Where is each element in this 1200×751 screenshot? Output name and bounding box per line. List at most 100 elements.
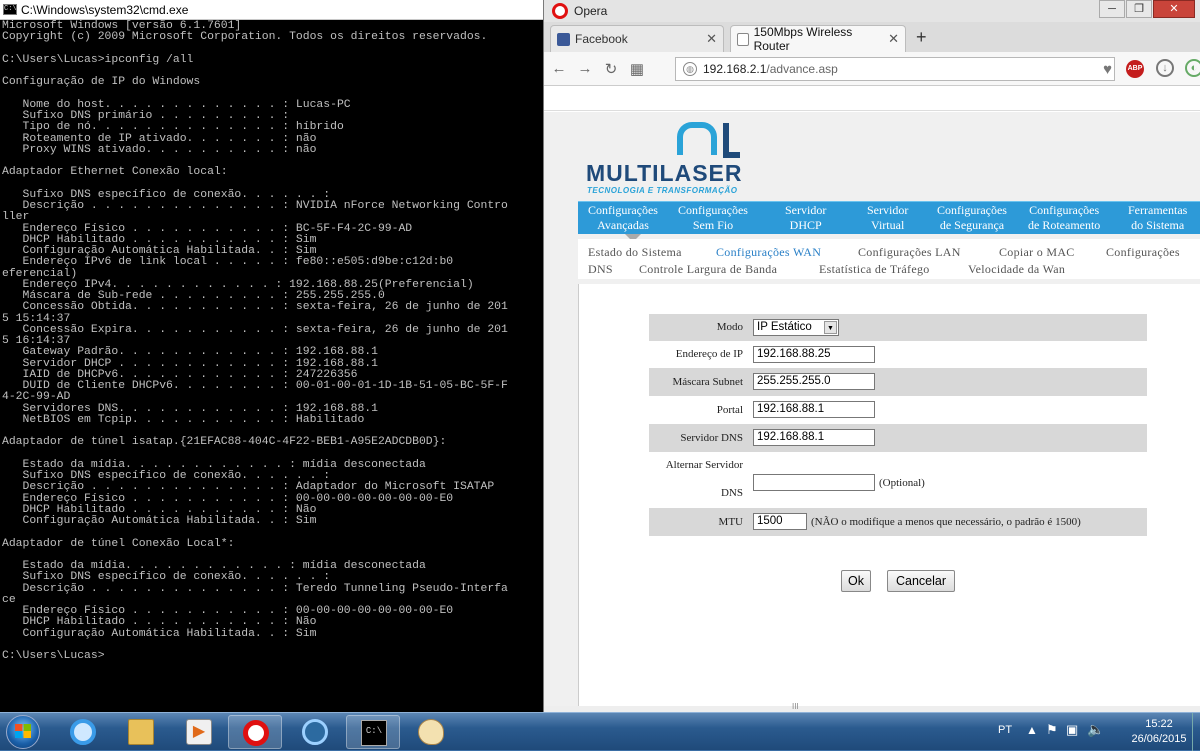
- tab-close-icon[interactable]: ✕: [692, 31, 717, 47]
- ip-address-field[interactable]: 192.168.88.25: [753, 346, 875, 363]
- menu-line: Configurações: [1029, 203, 1100, 217]
- minimize-button[interactable]: ─: [1099, 0, 1125, 18]
- taskbar-media-player[interactable]: ▶: [172, 715, 226, 749]
- dns-label: Servidor DNS: [680, 432, 743, 444]
- alt-dns-label-cont: DNS: [720, 487, 743, 499]
- cmd-window[interactable]: C:\ C:\Windows\system32\cmd.exe Microsof…: [0, 0, 545, 712]
- tab-router[interactable]: 150Mbps Wireless Router ✕: [730, 25, 906, 53]
- url-input[interactable]: ◍ 192.168.2.1 /advance.asp ♥: [675, 57, 1115, 81]
- media-player-icon: ▶: [186, 719, 212, 745]
- gateway-field[interactable]: 192.168.88.1: [753, 401, 875, 418]
- opera-browser-window[interactable]: Opera ─ ❐ ✕ Facebook ✕ 150Mbps Wireless …: [543, 0, 1200, 712]
- browser-title-bar[interactable]: Opera ─ ❐ ✕: [544, 0, 1200, 22]
- command-prompt-icon: C:\: [361, 720, 387, 746]
- new-tab-button[interactable]: +: [916, 27, 927, 48]
- taskbar-paint[interactable]: [404, 715, 458, 749]
- router-content: MULTILASER TECNOLOGIA E TRANSFORMAÇÃO Co…: [544, 112, 1200, 712]
- submenu-bandwidth-control[interactable]: Controle Largura de Banda: [639, 262, 777, 277]
- clock-time: 15:22: [1145, 718, 1173, 730]
- submenu-system-status[interactable]: Estado do Sistema: [588, 245, 682, 260]
- taskbar-opera[interactable]: [228, 715, 282, 749]
- cmd-line: [2, 527, 545, 538]
- reload-icon[interactable]: ↻: [600, 60, 622, 78]
- menu-wireless-settings[interactable]: Configurações Sem Fio: [678, 203, 748, 233]
- submenu-dns-settings-cont[interactable]: DNS: [588, 262, 613, 277]
- scroll-grip: III: [792, 702, 799, 711]
- page-top-strip: [544, 87, 1200, 111]
- mtu-note: (NÃO o modifique a menos que necessário,…: [811, 516, 1081, 528]
- page-icon: [737, 32, 749, 46]
- menu-security-settings[interactable]: Configurações de Segurança: [937, 203, 1007, 233]
- cmd-line: Configuração Automática Habilitada. . : …: [2, 515, 317, 527]
- ok-button[interactable]: Ok: [841, 570, 871, 592]
- speed-dial-icon[interactable]: ▦: [626, 60, 648, 78]
- start-button[interactable]: [2, 713, 44, 751]
- bookmark-heart-icon[interactable]: ♥: [1103, 61, 1112, 78]
- cmd-line: Descrição . . . . . . . . . . . . . . : …: [2, 481, 495, 494]
- tab-close-icon[interactable]: ✕: [874, 31, 899, 47]
- browser-app-title: Opera: [574, 4, 608, 18]
- address-bar-row: ← → ↻ ▦ ◍ 192.168.2.1 /advance.asp ♥ ABP…: [544, 52, 1200, 86]
- taskbar-explorer[interactable]: [114, 715, 168, 749]
- menu-line: Virtual: [871, 218, 905, 232]
- menu-dhcp-server[interactable]: Servidor DHCP: [785, 203, 826, 233]
- mode-row: Modo IP Estático ▼: [649, 314, 1147, 341]
- taskbar-cmd[interactable]: C:\: [346, 715, 400, 749]
- cmd-line: Concessão Obtida. . . . . . . . . . . : …: [2, 301, 508, 314]
- submenu-wan-settings[interactable]: Configurações WAN: [716, 245, 821, 260]
- cancel-button[interactable]: Cancelar: [887, 570, 955, 592]
- dns-server-field[interactable]: 192.168.88.1: [753, 429, 875, 446]
- cmd-output[interactable]: Microsoft Windows [versão 6.1.7601] Copyr…: [0, 20, 545, 712]
- menu-routing-settings[interactable]: Configurações de Roteamento: [1028, 203, 1100, 233]
- cmd-line: Descrição . . . . . . . . . . . . . . : …: [2, 200, 508, 212]
- ip-label: Endereço de IP: [675, 348, 743, 360]
- opera-logo-icon[interactable]: [552, 3, 568, 19]
- submenu-clone-mac[interactable]: Copiar o MAC: [999, 245, 1075, 260]
- cmd-line: Proxy WINS ativado. . . . . . . . . . : …: [2, 143, 317, 156]
- menu-virtual-server[interactable]: Servidor Virtual: [867, 203, 908, 233]
- show-desktop-button[interactable]: [1192, 713, 1200, 751]
- tab-label: 150Mbps Wireless Router: [753, 25, 853, 53]
- extension-icon[interactable]: ◐: [1185, 59, 1200, 77]
- tab-strip: Facebook ✕ 150Mbps Wireless Router ✕ +: [544, 22, 1200, 53]
- cmd-line: Tipo de nó. . . . . . . . . . . . . . : …: [2, 121, 344, 134]
- action-center-flag-icon[interactable]: ⚑: [1046, 722, 1058, 738]
- menu-line: Configurações: [588, 203, 658, 217]
- submenu-lan-settings[interactable]: Configurações LAN: [858, 245, 961, 260]
- tab-facebook[interactable]: Facebook ✕: [550, 25, 724, 52]
- language-indicator[interactable]: PT: [998, 724, 1012, 736]
- cmd-title-bar[interactable]: C:\ C:\Windows\system32\cmd.exe: [0, 0, 545, 20]
- mtu-field[interactable]: 1500: [753, 513, 807, 530]
- cmd-title-text: C:\Windows\system32\cmd.exe: [21, 2, 189, 17]
- menu-advanced-settings[interactable]: Configurações Avançadas: [588, 203, 658, 233]
- mode-select[interactable]: IP Estático ▼: [753, 319, 839, 336]
- maximize-button[interactable]: ❐: [1126, 0, 1152, 18]
- cmd-line: Copyright (c) 2009 Microsoft Corporation…: [2, 31, 488, 44]
- taskbar-internet-explorer[interactable]: [56, 715, 110, 749]
- subnet-mask-field[interactable]: 255.255.255.0: [753, 373, 875, 390]
- forward-arrow-icon[interactable]: →: [574, 60, 596, 77]
- menu-system-tools[interactable]: Ferramentas do Sistema: [1128, 203, 1187, 233]
- submenu-traffic-stats[interactable]: Estatística de Tráfego: [819, 262, 930, 277]
- submenu-wan-speed[interactable]: Velocidade da Wan: [968, 262, 1065, 277]
- taskbar-app-swirl[interactable]: [288, 715, 342, 749]
- submenu-dns-settings[interactable]: Configurações: [1106, 245, 1180, 260]
- volume-icon[interactable]: 🔈: [1087, 721, 1104, 738]
- network-icon[interactable]: ▣: [1066, 722, 1078, 738]
- download-icon[interactable]: ↓: [1156, 59, 1174, 77]
- cmd-line: C:\Users\Lucas>ipconfig /all: [2, 53, 194, 66]
- cmd-line: Adaptador de túnel isatap.{21EFAC88-404C…: [2, 436, 447, 449]
- chevron-down-icon: ▼: [824, 321, 837, 334]
- back-arrow-icon[interactable]: ←: [548, 60, 570, 77]
- adblock-plus-icon[interactable]: ABP: [1126, 60, 1144, 78]
- facebook-icon: [557, 32, 570, 46]
- url-host: 192.168.2.1: [703, 62, 767, 76]
- multilaser-tagline: TECNOLOGIA E TRANSFORMAÇÃO: [587, 186, 738, 195]
- show-hidden-icons[interactable]: ▲: [1026, 723, 1038, 737]
- close-button[interactable]: ✕: [1153, 0, 1195, 18]
- swirl-app-icon: [302, 719, 328, 745]
- mtu-row: MTU 1500 (NÃO o modifique a menos que ne…: [649, 508, 1147, 536]
- cmd-line: DHCP Habilitado . . . . . . . . . . . : …: [2, 616, 317, 629]
- alt-dns-field[interactable]: [753, 474, 875, 491]
- clock[interactable]: 15:22 26/06/2015: [1126, 717, 1192, 747]
